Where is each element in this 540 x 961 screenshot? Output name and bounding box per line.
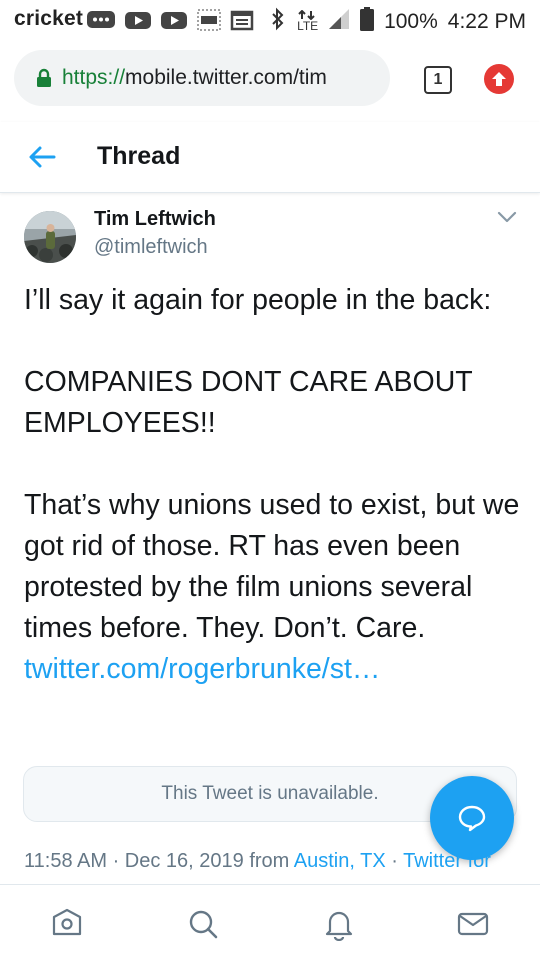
chat-notification-icon	[86, 9, 116, 37]
notification-icons	[86, 8, 254, 38]
tweet-paragraph-text: That’s why unions used to exist, but we …	[24, 489, 520, 644]
bottom-nav	[0, 884, 540, 961]
tweet-link[interactable]: twitter.com/rogerbrunke/st…	[24, 653, 380, 685]
tab-switcher-button[interactable]: 1	[424, 66, 452, 94]
lte-icon: LTE	[296, 10, 318, 34]
bluetooth-icon	[270, 7, 286, 37]
youtube-icon	[124, 9, 152, 37]
compose-reply-button[interactable]	[430, 776, 514, 860]
tweet-paragraph: I’ll say it again for people in the back…	[24, 284, 492, 316]
search-icon[interactable]	[186, 907, 220, 941]
tweet-timestamp[interactable]: 11:58 AM · Dec 16, 2019 from	[24, 850, 294, 872]
browser-toolbar: https://mobile.twitter.com/tim 1	[0, 38, 540, 118]
tweet-paragraph: COMPANIES DONT CARE ABOUT EMPLOYEES!!	[24, 366, 473, 439]
lock-icon[interactable]	[36, 68, 52, 88]
tweet-location[interactable]: Austin, TX	[294, 850, 386, 872]
chevron-down-icon[interactable]	[496, 210, 518, 229]
author-name[interactable]: Tim Leftwich	[94, 208, 216, 231]
url-bar[interactable]: https://mobile.twitter.com/tim	[14, 50, 390, 106]
clock-time: 4:22 PM	[447, 10, 526, 33]
tweet-text: I’ll say it again for people in the back…	[24, 280, 524, 690]
clock-widget-icon	[196, 8, 222, 38]
tweet-source[interactable]: Twitter for iPhone	[403, 850, 494, 872]
url-text[interactable]: https://mobile.twitter.com/tim	[62, 66, 382, 90]
avatar[interactable]	[24, 211, 76, 263]
tweet-paragraph: That’s why unions used to exist, but we …	[24, 485, 524, 690]
calendar-icon	[230, 9, 254, 37]
signal-icon	[328, 8, 350, 36]
system-indicators: LTE 100% 4:22 PM	[270, 7, 526, 37]
messages-icon[interactable]	[456, 907, 490, 941]
url-scheme: https://	[62, 66, 126, 89]
back-arrow-icon[interactable]	[28, 144, 56, 175]
arrow-up-icon	[492, 72, 506, 86]
home-icon[interactable]	[50, 907, 84, 941]
tweet-meta: 11:58 AM · Dec 16, 2019 from Austin, TX …	[24, 850, 494, 884]
carrier-name: cricket	[14, 7, 84, 30]
youtube-icon-2	[160, 9, 188, 37]
page-title: Thread	[97, 142, 181, 170]
unavailable-text: This Tweet is unavailable.	[161, 783, 379, 804]
speech-bubble-icon	[458, 805, 486, 832]
battery-icon	[360, 7, 375, 37]
notifications-icon[interactable]	[322, 907, 356, 942]
status-bar: cricket LTE 100% 4:22 PM	[0, 0, 540, 38]
thread-header: Thread	[0, 122, 540, 193]
lte-label: LTE	[297, 19, 319, 33]
author-handle[interactable]: @timleftwich	[94, 236, 208, 259]
meta-separator: ·	[385, 850, 404, 872]
url-host-path: mobile.twitter.com/tim	[125, 66, 327, 89]
battery-percent: 100%	[384, 10, 438, 33]
update-chrome-button[interactable]	[484, 64, 514, 94]
